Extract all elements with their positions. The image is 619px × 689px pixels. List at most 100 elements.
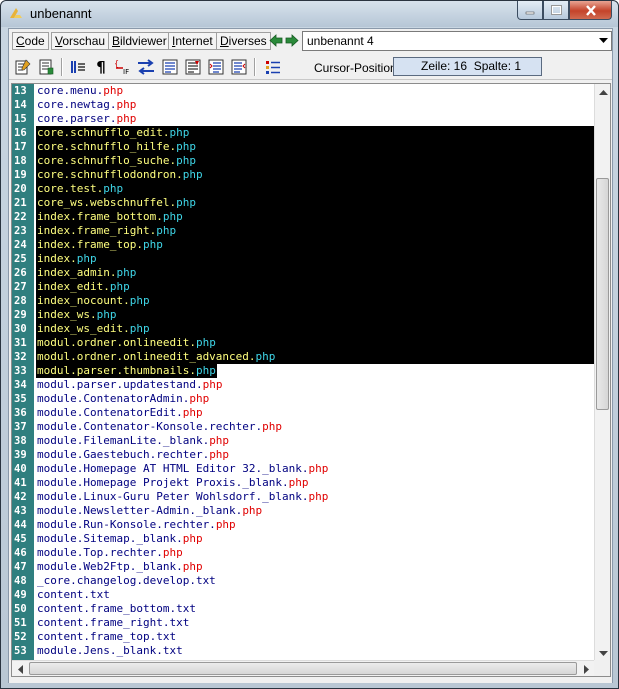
horizontal-scrollbar[interactable] [12, 660, 595, 676]
code-editor[interactable]: 13 core.menu.php 14 core.newtag.php 15 core.p… [11, 83, 611, 677]
code-line[interactable]: 53 module.Jens._blank.txt [12, 644, 595, 658]
file-name: modul.ordner.onlineedit. [37, 336, 196, 349]
file-name: content.txt [37, 588, 110, 601]
code-line[interactable]: 43 module.Newsletter-Admin._blank.php [12, 504, 595, 518]
code-line[interactable]: 44 module.Run-Konsole.rechter.php [12, 518, 595, 532]
code-text: content.frame_top.txt [36, 630, 177, 644]
vertical-scroll-thumb[interactable] [596, 178, 609, 410]
menu-vorschau[interactable]: Vorschau [51, 32, 110, 50]
code-line[interactable]: 52 content.frame_top.txt [12, 630, 595, 644]
scroll-up-arrow-icon[interactable] [595, 84, 610, 100]
code-line[interactable]: 31 modul.ordner.onlineedit.php [12, 336, 595, 350]
code-line[interactable]: 22 index.frame_bottom.php [12, 210, 595, 224]
line-numbers-button[interactable] [68, 57, 88, 77]
format-button-4[interactable] [229, 57, 249, 77]
code-line[interactable]: 14 core.newtag.php [12, 98, 595, 112]
code-text: module.Jens._blank.txt [36, 644, 184, 658]
file-name: module.Newsletter-Admin._blank. [37, 504, 243, 517]
file-name: index.frame_right. [37, 224, 157, 237]
code-line[interactable]: 51 content.frame_right.txt [12, 616, 595, 630]
code-line[interactable]: 41 module.Homepage Projekt Proxis._blank.… [12, 476, 595, 490]
horizontal-scroll-thumb[interactable] [29, 662, 577, 675]
maximize-button[interactable] [543, 1, 569, 20]
format-button-1[interactable] [160, 57, 180, 77]
if-block-button[interactable]: {IF [113, 57, 133, 77]
format-button-3[interactable] [206, 57, 226, 77]
file-extension: php [176, 154, 196, 167]
minimize-button[interactable] [517, 1, 543, 20]
color-list-button[interactable] [263, 57, 283, 77]
menu-internet[interactable]: Internet [168, 32, 217, 50]
scroll-right-arrow-icon[interactable] [579, 661, 595, 676]
if-statement-icon: {IF [114, 59, 129, 76]
save-button[interactable] [36, 57, 56, 77]
code-text: module.Web2Ftp._blank.php [36, 560, 204, 574]
title-bar[interactable]: unbenannt [1, 1, 618, 27]
vertical-scrollbar[interactable] [594, 84, 610, 662]
code-line[interactable]: 50 content.frame_bottom.txt [12, 602, 595, 616]
code-line[interactable]: 13 core.menu.php [12, 84, 595, 98]
code-line[interactable]: 32 modul.ordner.onlineedit_advanced.php [12, 350, 595, 364]
code-line[interactable]: 33 modul.parser.thumbnails.php [12, 364, 595, 378]
code-line[interactable]: 18 core.schnufflo_suche.php [12, 154, 595, 168]
code-line[interactable]: 47 module.Web2Ftp._blank.php [12, 560, 595, 574]
back-arrow-icon[interactable] [269, 34, 283, 47]
chevron-down-icon[interactable] [595, 32, 611, 50]
code-line[interactable]: 48 _core.changelog.develop.txt [12, 574, 595, 588]
scroll-left-arrow-icon[interactable] [12, 661, 28, 676]
code-line[interactable]: 28 index_nocount.php [12, 294, 595, 308]
code-line[interactable]: 46 module.Top.rechter.php [12, 546, 595, 560]
code-line[interactable]: 40 module.Homepage AT HTML Editor 32._bla… [12, 462, 595, 476]
file-name: core.test. [37, 182, 104, 195]
code-line[interactable]: 49 content.txt [12, 588, 595, 602]
menu-diverses[interactable]: Diverses [216, 32, 271, 50]
code-text: index_admin.php [36, 266, 595, 280]
code-line[interactable]: 15 core.parser.php [12, 112, 595, 126]
line-number: 14 [12, 98, 34, 112]
file-select[interactable]: unbenannt 4 [302, 31, 612, 51]
convert-button[interactable] [136, 57, 156, 77]
code-text: index.frame_bottom.php [36, 210, 595, 224]
file-name: content.frame_bottom.txt [37, 602, 196, 615]
code-line[interactable]: 42 module.Linux-Guru Peter Wohlsdorf._bla… [12, 490, 595, 504]
code-line[interactable]: 35 module.ContenatorAdmin.php [12, 392, 595, 406]
code-line[interactable]: 24 index.frame_top.php [12, 238, 595, 252]
code-line[interactable]: 20 core.test.php [12, 182, 595, 196]
file-extension: php [176, 140, 196, 153]
line-number: 16 [12, 126, 34, 140]
file-name: module.Homepage AT HTML Editor 32._blank… [37, 462, 309, 475]
code-line[interactable]: 21 core_ws.webschnuffel.php [12, 196, 595, 210]
code-line[interactable]: 39 module.Gaestebuch.rechter.php [12, 448, 595, 462]
file-extension: php [308, 462, 329, 475]
line-number: 21 [12, 196, 34, 210]
file-name: module.Homepage Projekt Proxis._blank. [37, 476, 289, 489]
paragraph-button[interactable]: ¶ [91, 57, 111, 77]
code-line[interactable]: 34 modul.parser.updatestand.php [12, 378, 595, 392]
code-line[interactable]: 25 index.php [12, 252, 595, 266]
menu-code[interactable]: Code [12, 32, 49, 50]
code-line[interactable]: 38 module.FilemanLite._blank.php [12, 434, 595, 448]
code-line[interactable]: 16 core.schnufflo_edit.php [12, 126, 595, 140]
cursor-position-value: Zeile: 16 Spalte: 1 [393, 57, 542, 76]
edit-button[interactable] [13, 57, 33, 77]
convert-arrows-icon [138, 59, 154, 75]
code-line[interactable]: 27 index_edit.php [12, 280, 595, 294]
code-line[interactable]: 30 index_ws_edit.php [12, 322, 595, 336]
menu-bildviewer[interactable]: Bildviewer [108, 32, 171, 50]
line-number: 46 [12, 546, 34, 560]
code-line[interactable]: 26 index_admin.php [12, 266, 595, 280]
code-line[interactable]: 36 module.ContenatorEdit.php [12, 406, 595, 420]
code-line[interactable]: 37 module.Contenator-Konsole.rechter.php [12, 420, 595, 434]
code-line[interactable]: 45 module.Sitemap._blank.php [12, 532, 595, 546]
code-line[interactable]: 17 core.schnufflo_hilfe.php [12, 140, 595, 154]
code-text: content.frame_bottom.txt [36, 602, 197, 616]
code-line[interactable]: 29 index_ws.php [12, 308, 595, 322]
code-line[interactable]: 23 index.frame_right.php [12, 224, 595, 238]
close-button[interactable] [569, 1, 612, 20]
code-text: module.Contenator-Konsole.rechter.php [36, 420, 283, 434]
format-button-2[interactable] [183, 57, 203, 77]
file-extension: php [76, 252, 97, 265]
forward-arrow-icon[interactable] [285, 34, 299, 47]
code-line[interactable]: 19 core.schnufflodondron.php [12, 168, 595, 182]
line-number: 39 [12, 448, 34, 462]
